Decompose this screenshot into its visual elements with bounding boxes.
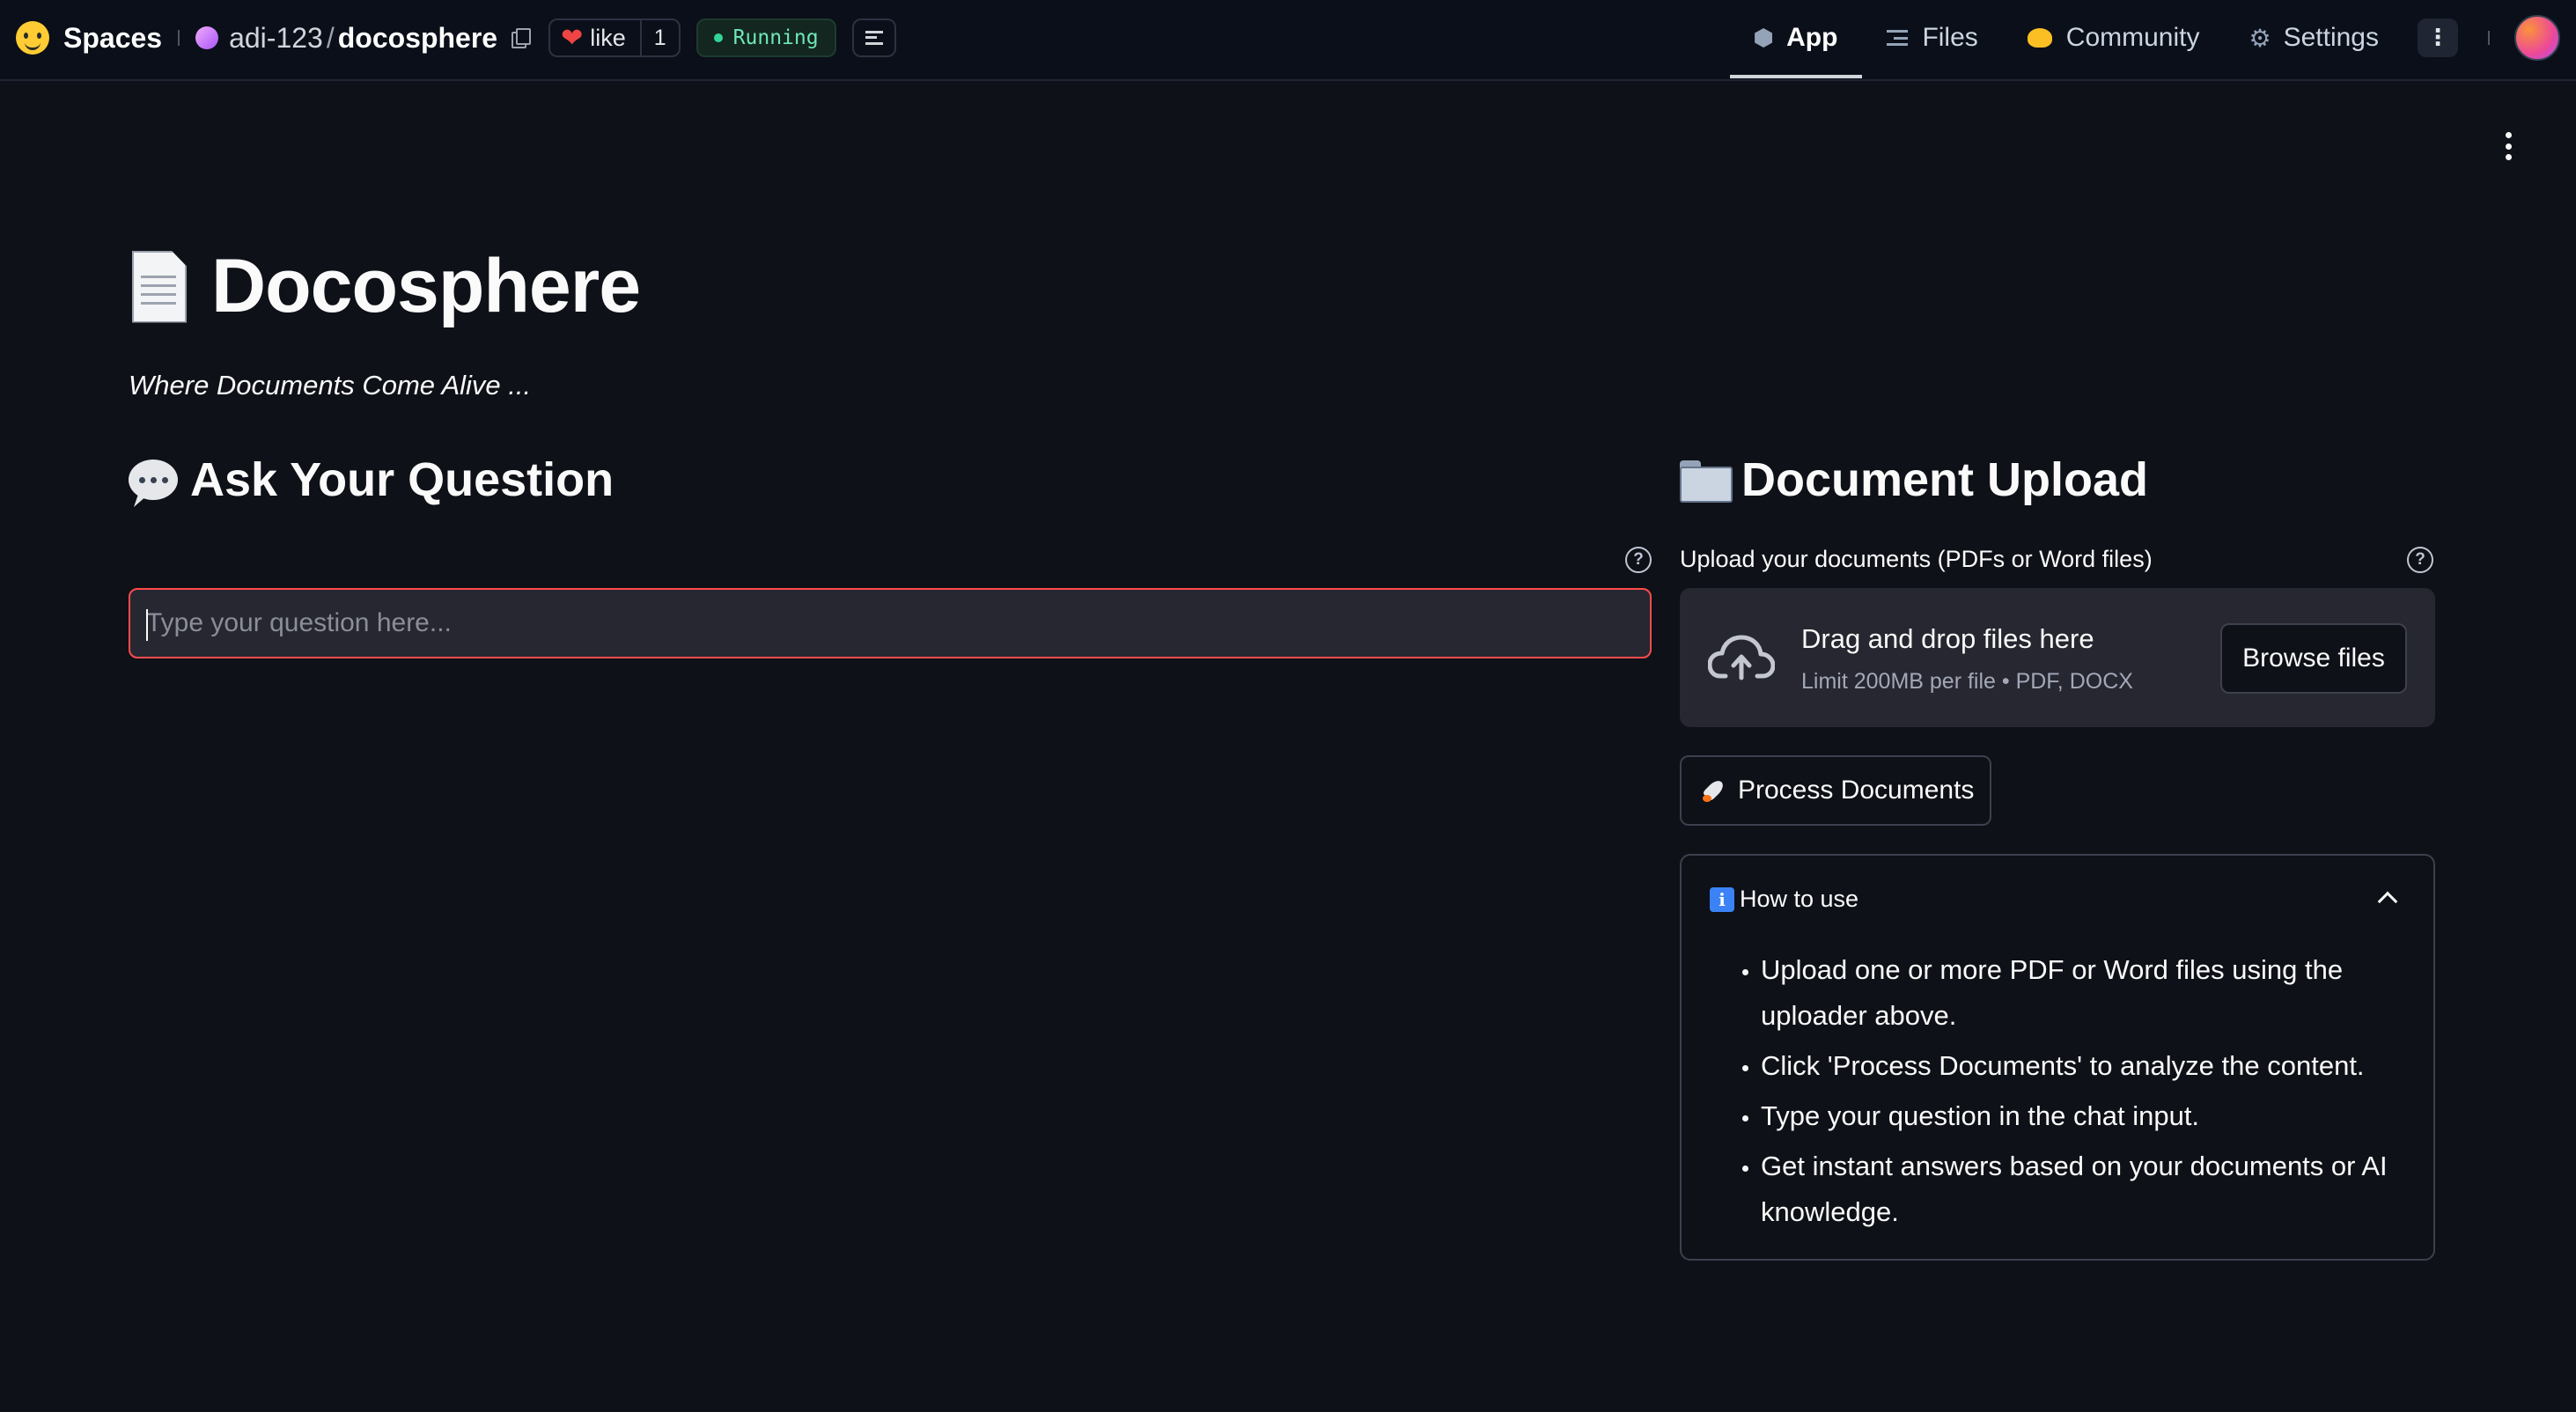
- owner-link[interactable]: adi-123: [229, 22, 323, 55]
- hugging-face-logo-icon[interactable]: [16, 21, 49, 55]
- heart-icon: ❤: [561, 23, 584, 53]
- more-options-button[interactable]: ⋮: [2418, 18, 2458, 57]
- how-to-use-expander: i How to use Upload one or more PDF or W…: [1680, 854, 2435, 1261]
- list-item: Upload one or more PDF or Word files usi…: [1761, 947, 2403, 1039]
- ask-heading: Ask Your Question: [129, 452, 614, 507]
- list-item: Get instant answers based on your docume…: [1761, 1144, 2403, 1235]
- cloud-upload-icon: [1708, 635, 1775, 680]
- question-help-icon[interactable]: ?: [1625, 547, 1652, 573]
- divider: [2488, 31, 2490, 45]
- dropzone-limit: Limit 200MB per file • PDF, DOCX: [1801, 669, 2133, 694]
- list-item: Type your question in the chat input.: [1761, 1093, 2403, 1139]
- logs-icon: [865, 31, 883, 45]
- process-documents-button[interactable]: Process Documents: [1680, 755, 1991, 826]
- copy-icon[interactable]: [512, 28, 532, 48]
- tab-community[interactable]: Community: [2003, 0, 2225, 78]
- process-button-label: Process Documents: [1738, 776, 1975, 805]
- user-avatar[interactable]: [2514, 15, 2560, 61]
- info-icon: i: [1710, 886, 1734, 912]
- repo-link[interactable]: docosphere: [338, 22, 497, 55]
- ask-heading-text: Ask Your Question: [190, 453, 615, 506]
- file-dropzone[interactable]: Drag and drop files here Limit 200MB per…: [1680, 588, 2435, 727]
- upload-help-icon[interactable]: ?: [2407, 547, 2433, 573]
- like-button[interactable]: ❤ like 1: [548, 18, 681, 57]
- dropzone-title: Drag and drop files here: [1801, 623, 2094, 654]
- tab-files-label: Files: [1922, 23, 1978, 52]
- question-input-wrapper: [129, 588, 1652, 658]
- status-dot-icon: [713, 33, 723, 42]
- expander-header[interactable]: i How to use: [1710, 886, 1858, 913]
- question-input[interactable]: [146, 590, 1634, 657]
- gear-icon: ⚙: [2248, 24, 2271, 52]
- expander-title: How to use: [1740, 886, 1859, 912]
- upload-heading-text: Document Upload: [1741, 453, 2149, 506]
- path-separator: /: [326, 21, 335, 54]
- tab-community-label: Community: [2065, 23, 2200, 52]
- like-count[interactable]: 1: [639, 20, 679, 55]
- app-menu-icon[interactable]: [2497, 129, 2520, 164]
- like-main[interactable]: ❤ like: [550, 20, 640, 55]
- app-title: Docosphere: [211, 244, 641, 328]
- status-label: Running: [732, 26, 819, 49]
- list-item: Click 'Process Documents' to analyze the…: [1761, 1043, 2403, 1089]
- divider: [178, 30, 180, 46]
- page-title: Docosphere: [129, 243, 641, 330]
- tab-files[interactable]: Files: [1862, 0, 2002, 78]
- files-icon: [1887, 30, 1909, 46]
- text-caret: [146, 609, 148, 641]
- cube-icon: [1755, 28, 1773, 48]
- upload-label: Upload your documents (PDFs or Word file…: [1680, 546, 2153, 572]
- hf-topbar: Spaces adi-123 / docosphere ❤ like 1 Run…: [0, 0, 2576, 81]
- browse-files-button[interactable]: Browse files: [2220, 623, 2407, 694]
- upload-heading: Document Upload: [1680, 452, 2148, 507]
- folder-icon: [1680, 460, 1733, 503]
- like-label: like: [590, 24, 626, 51]
- owner-avatar: [195, 26, 219, 49]
- tab-app[interactable]: App: [1730, 0, 1863, 78]
- speech-bubble-icon: [129, 460, 178, 500]
- chevron-up-icon[interactable]: [2377, 891, 2398, 912]
- spaces-link[interactable]: Spaces: [63, 22, 162, 55]
- topbar-right: App Files Community ⚙ Settings ⋮: [1730, 0, 2576, 78]
- document-icon: [129, 249, 190, 325]
- logs-button[interactable]: [851, 18, 896, 57]
- tab-app-label: App: [1786, 23, 1838, 52]
- status-badge[interactable]: Running: [696, 18, 836, 57]
- community-icon: [2027, 28, 2052, 48]
- topbar-left: Spaces adi-123 / docosphere ❤ like 1 Run…: [16, 0, 896, 76]
- rocket-icon: [1701, 777, 1727, 804]
- tab-settings-label: Settings: [2283, 23, 2379, 52]
- tab-settings[interactable]: ⚙ Settings: [2224, 0, 2403, 78]
- how-to-list: Upload one or more PDF or Word files usi…: [1761, 947, 2403, 1239]
- app-tagline: Where Documents Come Alive ...: [129, 370, 532, 401]
